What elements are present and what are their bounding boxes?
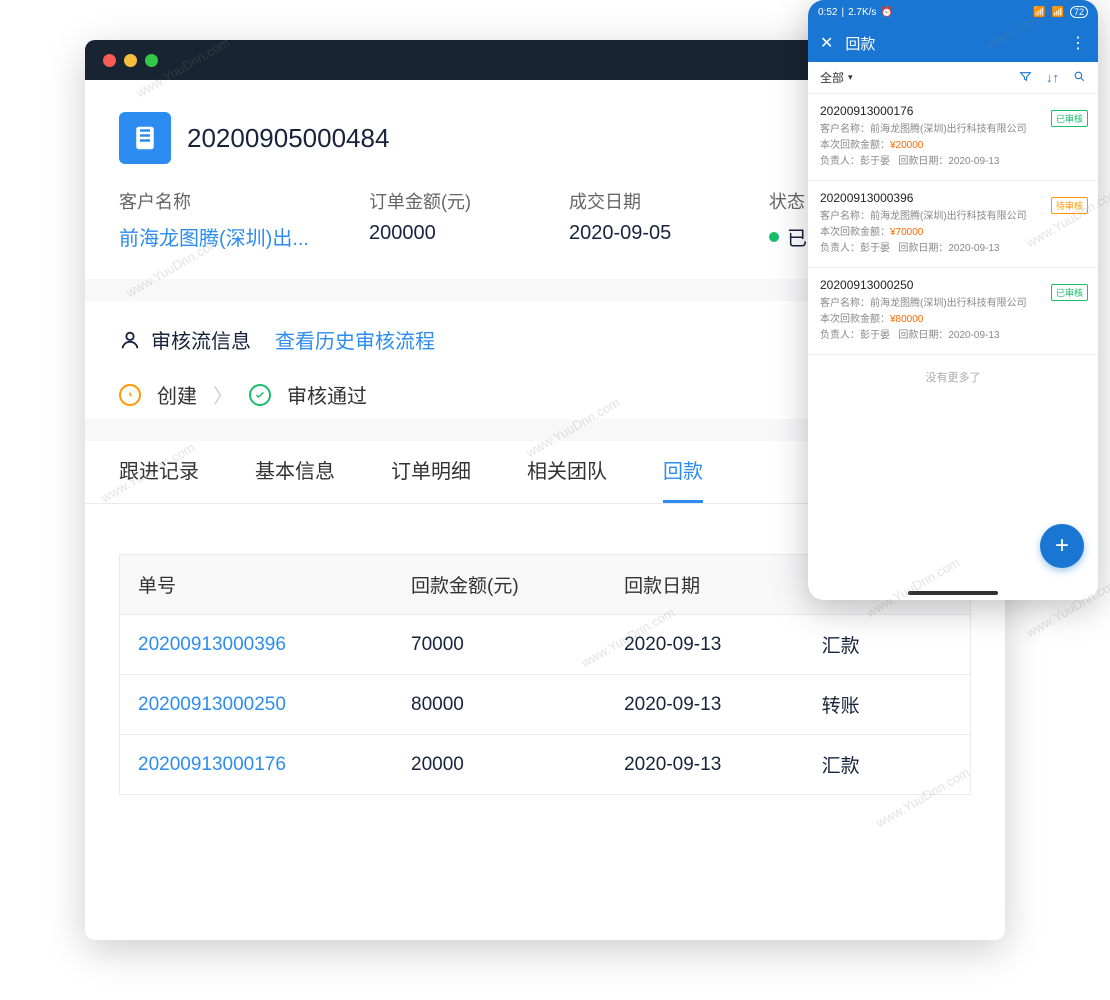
chevron-down-icon: ▾ [848,72,853,83]
order-amount-label: 订单金额(元) [369,188,509,214]
payment-amount: 20000 [393,735,606,795]
payment-method: 汇款 [804,735,971,795]
clock-icon [119,384,141,406]
card-customer: 客户名称：前海龙图腾(深圳)出行科技有限公司 [820,296,1086,312]
card-customer: 客户名称：前海龙图腾(深圳)出行科技有限公司 [820,122,1086,138]
approval-step-create: 创建 [157,380,197,409]
sort-icon[interactable]: ↓↑ [1046,70,1059,86]
document-icon [119,112,171,164]
th-date: 回款日期 [606,555,804,615]
no-more-text: 没有更多了 [808,355,1098,399]
mobile-filterbar: 全部 ▾ ↓↑ [808,62,1098,94]
payment-amount: 80000 [393,675,606,735]
card-customer: 客户名称：前海龙图腾(深圳)出行科技有限公司 [820,209,1086,225]
card-amount: 本次回款金额：¥20000 [820,138,1086,154]
add-fab-button[interactable]: + [1040,524,1084,568]
customer-label: 客户名称 [119,188,309,214]
alarm-icon: ⏰ [880,7,892,18]
payment-id-link[interactable]: 20200913000396 [120,615,394,675]
status-badge: 待审核 [1051,197,1088,214]
th-amount: 回款金额(元) [393,555,606,615]
table-row: 20200913000396 70000 2020-09-13 汇款 [120,615,971,675]
filter-icon[interactable] [1019,70,1032,86]
card-id: 20200913000250 [820,278,1086,292]
list-item[interactable]: 20200913000396 客户名称：前海龙图腾(深圳)出行科技有限公司 本次… [808,181,1098,268]
tab-team[interactable]: 相关团队 [527,455,607,503]
payment-amount: 70000 [393,615,606,675]
payment-date: 2020-09-13 [606,615,804,675]
filter-all-dropdown[interactable]: 全部 ▾ [820,69,853,86]
mobile-header: ✕ 回款 ⋮ [808,24,1098,62]
payment-id-link[interactable]: 20200913000250 [120,675,394,735]
close-window-icon[interactable] [103,54,116,67]
table-row: 20200913000176 20000 2020-09-13 汇款 [120,735,971,795]
user-icon [119,329,141,351]
order-amount-value: 200000 [369,222,509,245]
statusbar-speed: 2.7K/s [848,7,876,18]
th-id: 单号 [120,555,394,615]
tab-order-detail[interactable]: 订单明细 [391,455,471,503]
card-amount: 本次回款金额：¥80000 [820,312,1086,328]
payment-date: 2020-09-13 [606,735,804,795]
approval-step-approved: 审核通过 [287,380,367,409]
card-id: 20200913000176 [820,104,1086,118]
payment-date: 2020-09-13 [606,675,804,735]
card-meta: 负责人：彭于晏 回款日期：2020-09-13 [820,154,1086,170]
card-amount: 本次回款金额：¥70000 [820,225,1086,241]
approval-history-link[interactable]: 查看历史审核流程 [275,325,435,354]
mobile-header-title: 回款 [845,33,875,54]
more-icon[interactable]: ⋮ [1070,33,1086,53]
maximize-window-icon[interactable] [145,54,158,67]
list-item[interactable]: 20200913000176 客户名称：前海龙图腾(深圳)出行科技有限公司 本次… [808,94,1098,181]
approval-section-title: 审核流信息 [151,325,251,354]
card-meta: 负责人：彭于晏 回款日期：2020-09-13 [820,241,1086,257]
check-circle-icon [249,384,271,406]
status-badge: 已审核 [1051,110,1088,127]
wifi-icon: 📶 [1052,7,1064,18]
deal-date-label: 成交日期 [569,188,709,214]
battery-icon: 72 [1070,6,1088,18]
close-icon[interactable]: ✕ [820,33,833,53]
deal-date-value: 2020-09-05 [569,222,709,245]
minimize-window-icon[interactable] [124,54,137,67]
signal-icon: 📶 [1033,7,1045,18]
payment-method: 汇款 [804,615,971,675]
tab-payment[interactable]: 回款 [663,455,703,503]
list-item[interactable]: 20200913000250 客户名称：前海龙图腾(深圳)出行科技有限公司 本次… [808,268,1098,355]
chevron-right-icon: 〉 [213,380,233,409]
payment-method: 转账 [804,675,971,735]
card-meta: 负责人：彭于晏 回款日期：2020-09-13 [820,328,1086,344]
search-icon[interactable] [1073,70,1086,86]
mobile-statusbar: 0:52 | 2.7K/s ⏰ 📶 📶 72 [808,0,1098,24]
status-dot-icon [769,232,779,242]
document-title: 20200905000484 [187,123,389,154]
status-badge: 已审核 [1051,284,1088,301]
tab-followup[interactable]: 跟进记录 [119,455,199,503]
card-id: 20200913000396 [820,191,1086,205]
table-row: 20200913000250 80000 2020-09-13 转账 [120,675,971,735]
mobile-device: 0:52 | 2.7K/s ⏰ 📶 📶 72 ✕ 回款 ⋮ 全部 ▾ ↓↑ 20… [808,0,1098,600]
customer-value[interactable]: 前海龙图腾(深圳)出... [119,222,309,251]
tab-basic-info[interactable]: 基本信息 [255,455,335,503]
statusbar-time: 0:52 [818,7,837,18]
payment-id-link[interactable]: 20200913000176 [120,735,394,795]
home-indicator [908,591,998,595]
mobile-list: 20200913000176 客户名称：前海龙图腾(深圳)出行科技有限公司 本次… [808,94,1098,355]
